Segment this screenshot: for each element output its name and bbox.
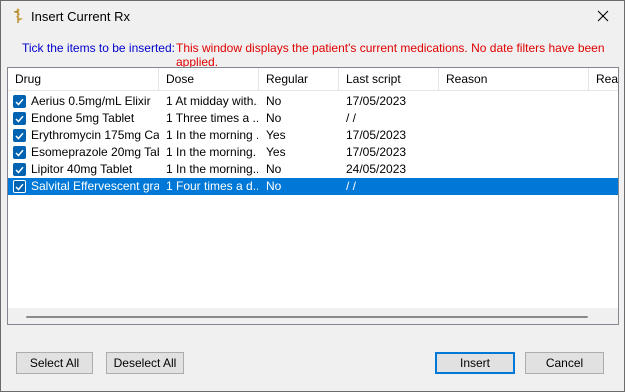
reason-2-cell bbox=[596, 178, 618, 195]
row-checkbox[interactable] bbox=[13, 112, 26, 125]
last-script-cell: 17/05/2023 bbox=[346, 94, 407, 108]
reason-2-cell bbox=[596, 93, 618, 110]
dose-cell: 1 At midday with... bbox=[166, 94, 258, 108]
drug-cell: Erythromycin 175mg Cap... bbox=[31, 128, 159, 142]
checkmark-icon bbox=[15, 132, 24, 140]
regular-cell: Yes bbox=[266, 128, 286, 142]
checkmark-icon bbox=[15, 183, 24, 191]
reason-2-cell bbox=[596, 127, 618, 144]
checkmark-icon bbox=[15, 149, 24, 157]
last-script-cell: / / bbox=[346, 111, 357, 125]
dose-cell: 1 In the morning ... bbox=[166, 128, 258, 142]
drug-cell: Aerius 0.5mg/mL Elixir bbox=[31, 94, 151, 108]
table-row[interactable]: Erythromycin 175mg Cap... 1 In the mornin… bbox=[8, 127, 618, 144]
dose-cell: 1 Three times a ... bbox=[166, 111, 258, 125]
reason-cell bbox=[446, 93, 588, 110]
row-checkbox[interactable] bbox=[13, 146, 26, 159]
row-checkbox[interactable] bbox=[13, 163, 26, 176]
column-header-last-script[interactable]: Last script bbox=[339, 68, 439, 91]
checkmark-icon bbox=[15, 115, 24, 123]
reason-cell bbox=[446, 110, 588, 127]
date-filter-notice: This window displays the patient's curre… bbox=[176, 41, 605, 69]
table-row[interactable]: Endone 5mg Tablet 1 Three times a ... No /… bbox=[8, 110, 618, 127]
reason-cell bbox=[446, 144, 588, 161]
dose-cell: 1 In the morning.... bbox=[166, 162, 258, 176]
insert-current-rx-dialog: Insert Current Rx Tick the items to be i… bbox=[0, 0, 625, 392]
insert-button[interactable]: Insert bbox=[435, 352, 515, 374]
column-header-dose[interactable]: Dose bbox=[159, 68, 259, 91]
table-row[interactable]: Lipitor 40mg Tablet 1 In the morning.... N… bbox=[8, 161, 618, 178]
regular-cell: Yes bbox=[266, 145, 286, 159]
column-header-reason-2[interactable]: Reas bbox=[589, 68, 618, 91]
reason-2-cell bbox=[596, 161, 618, 178]
row-checkbox[interactable] bbox=[13, 95, 26, 108]
cancel-button[interactable]: Cancel bbox=[525, 352, 604, 374]
regular-cell: No bbox=[266, 162, 282, 176]
instruction-label: Tick the items to be inserted: bbox=[22, 41, 175, 55]
last-script-cell: 24/05/2023 bbox=[346, 162, 407, 176]
row-checkbox[interactable] bbox=[13, 180, 26, 193]
list-header: Drug Dose Regular Last script Reason Rea… bbox=[8, 68, 618, 91]
last-script-cell: 17/05/2023 bbox=[346, 128, 407, 142]
reason-cell bbox=[446, 161, 588, 178]
column-header-regular[interactable]: Regular bbox=[259, 68, 339, 91]
regular-cell: No bbox=[266, 111, 282, 125]
select-all-button[interactable]: Select All bbox=[16, 352, 93, 374]
dose-cell: 1 Four times a d... bbox=[166, 179, 258, 193]
table-row[interactable]: Aerius 0.5mg/mL Elixir 1 At midday with..… bbox=[8, 93, 618, 110]
regular-cell: No bbox=[266, 179, 282, 193]
checkmark-icon bbox=[15, 98, 24, 106]
reason-cell bbox=[446, 178, 588, 195]
close-button[interactable] bbox=[590, 5, 616, 27]
title-bar: Insert Current Rx bbox=[1, 1, 624, 31]
table-row[interactable]: Salvital Effervescent gra... 1 Four times… bbox=[8, 178, 618, 195]
reason-2-cell bbox=[596, 144, 618, 161]
reason-cell bbox=[446, 127, 588, 144]
regular-cell: No bbox=[266, 94, 282, 108]
drug-cell: Salvital Effervescent gra... bbox=[31, 179, 159, 193]
drug-cell: Endone 5mg Tablet bbox=[31, 111, 135, 125]
drug-cell: Lipitor 40mg Tablet bbox=[31, 162, 133, 176]
close-icon bbox=[597, 10, 609, 22]
reason-2-cell bbox=[596, 110, 618, 127]
dose-cell: 1 In the morning. bbox=[166, 145, 257, 159]
column-header-drug[interactable]: Drug bbox=[8, 68, 159, 91]
scrollbar-thumb[interactable] bbox=[26, 316, 588, 318]
row-checkbox[interactable] bbox=[13, 129, 26, 142]
horizontal-scrollbar[interactable] bbox=[8, 308, 618, 324]
last-script-cell: 17/05/2023 bbox=[346, 145, 407, 159]
table-row[interactable]: Esomeprazole 20mg Tab... 1 In the morning… bbox=[8, 144, 618, 161]
deselect-all-button[interactable]: Deselect All bbox=[106, 352, 184, 374]
caduceus-icon bbox=[11, 8, 25, 24]
medications-list[interactable]: Drug Dose Regular Last script Reason Rea… bbox=[7, 67, 619, 325]
window-title: Insert Current Rx bbox=[31, 9, 130, 24]
checkmark-icon bbox=[15, 166, 24, 174]
last-script-cell: / / bbox=[346, 179, 357, 193]
drug-cell: Esomeprazole 20mg Tab... bbox=[31, 145, 159, 159]
column-header-reason[interactable]: Reason bbox=[439, 68, 589, 91]
